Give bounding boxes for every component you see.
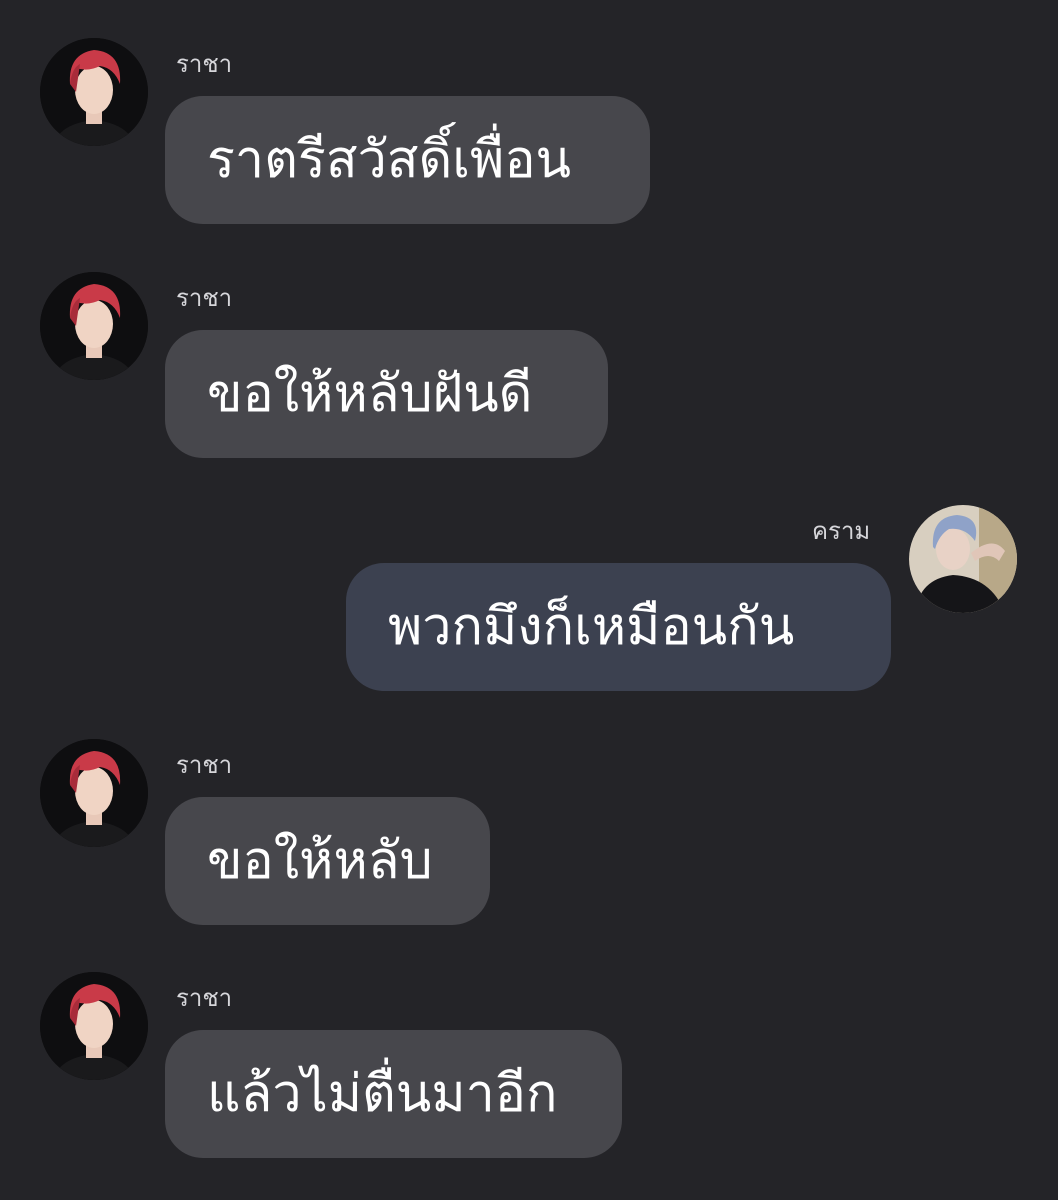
incoming-message-bubble[interactable]: ราตรีสวัสดิ์เพื่อน: [165, 96, 650, 224]
message-row: ราชา ขอให้หลับ: [0, 739, 1058, 929]
sender-name: ราชา: [176, 284, 233, 312]
message-row: คราม พวกมึงก็เหมือนกัน: [0, 505, 1058, 695]
message-row: ราชา แล้วไม่ตื่นมาอีก: [0, 972, 1058, 1162]
sender-name: คราม: [812, 517, 871, 545]
incoming-message-bubble[interactable]: ขอให้หลับฝันดี: [165, 330, 608, 458]
sender-name: ราชา: [176, 50, 233, 78]
incoming-message-bubble[interactable]: แล้วไม่ตื่นมาอีก: [165, 1030, 622, 1158]
red-hair-avatar-icon[interactable]: [40, 972, 148, 1080]
red-hair-avatar-icon[interactable]: [40, 38, 148, 146]
message-row: ราชา ขอให้หลับฝันดี: [0, 272, 1058, 462]
red-hair-avatar-icon[interactable]: [40, 739, 148, 847]
sender-name: ราชา: [176, 751, 233, 779]
incoming-message-bubble[interactable]: ขอให้หลับ: [165, 797, 490, 925]
message-row: ราชา ราตรีสวัสดิ์เพื่อน: [0, 38, 1058, 228]
sender-name: ราชา: [176, 984, 233, 1012]
red-hair-avatar-icon[interactable]: [40, 272, 148, 380]
blue-hair-avatar-icon[interactable]: [909, 505, 1017, 613]
outgoing-message-bubble[interactable]: พวกมึงก็เหมือนกัน: [346, 563, 891, 691]
